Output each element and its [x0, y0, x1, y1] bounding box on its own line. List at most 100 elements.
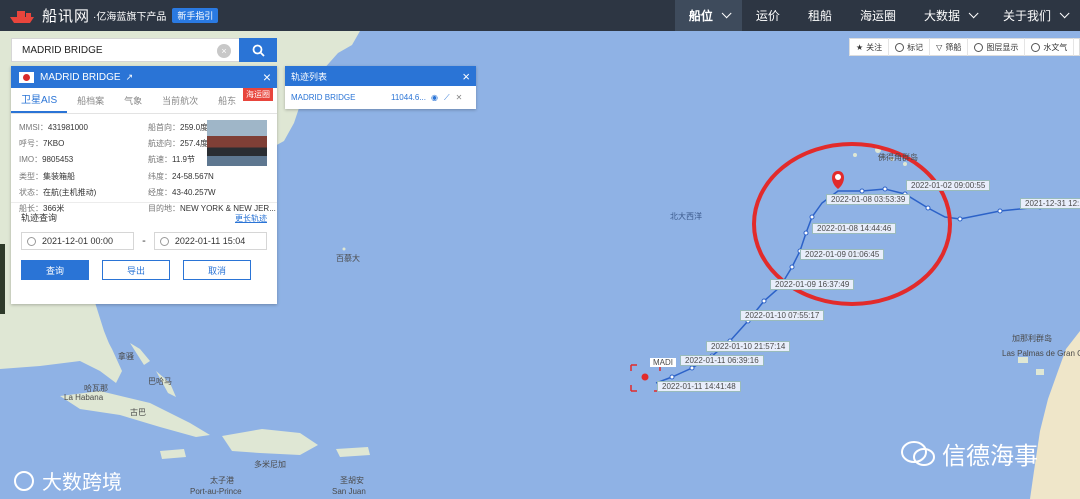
- clear-search-icon[interactable]: ×: [217, 44, 231, 58]
- ship-info: MMSI：431981000 呼号：7KBO IMO：9805453 类型：集装…: [11, 114, 277, 213]
- track-timestamp[interactable]: 2022-01-10 07:55:17: [740, 310, 825, 321]
- brand[interactable]: 船讯网 ·亿海蓝旗下产品 新手指引: [0, 0, 219, 31]
- place-label: 百慕大: [336, 254, 360, 263]
- callsign-value: 7KBO: [43, 139, 65, 149]
- mark-tool[interactable]: 标记: [889, 38, 931, 56]
- chart-icon[interactable]: ⟋: [444, 93, 450, 103]
- sea-label: 北大西洋: [670, 212, 702, 221]
- info-key: 航速：: [148, 155, 172, 165]
- nav-big-data[interactable]: 大数据: [910, 0, 989, 31]
- ship-photo[interactable]: [207, 120, 267, 166]
- course-value: 257.4度: [180, 139, 209, 149]
- main-nav: 船位 运价 租船 海运圈 大数据 关于我们: [674, 0, 1080, 31]
- filter-tool[interactable]: ▽ 筛船: [930, 38, 969, 56]
- hydro-tool[interactable]: 水文气: [1025, 38, 1075, 56]
- track-length: 11044.6...: [391, 93, 426, 102]
- track-query-title: 轨迹查询: [21, 213, 58, 223]
- longer-track-link[interactable]: 更长轨迹: [235, 213, 267, 224]
- track-timestamp[interactable]: 2022-01-10 21:57:14: [706, 341, 791, 352]
- info-key: 呼号：: [19, 139, 43, 149]
- export-button[interactable]: 导出: [102, 260, 170, 280]
- search-bar: ×: [11, 38, 277, 62]
- date-from-field[interactable]: 2021-12-01 00:00: [21, 232, 135, 250]
- speed-value: 11.9节: [172, 155, 195, 165]
- track-timestamp[interactable]: 2022-01-08 03:53:39: [826, 194, 911, 205]
- info-key: IMO：: [19, 155, 43, 165]
- nav-label: 运价: [755, 9, 780, 23]
- ship-tabs: 卫星AIS 船档案 气象 当前航次 船东 海运圈: [11, 88, 277, 114]
- watermark-left: 大数跨境: [14, 466, 122, 495]
- latitude-value: 24-58.567N: [172, 171, 214, 181]
- track-timestamp[interactable]: 2022-01-11 14:41:48: [657, 381, 741, 392]
- chevron-down-icon: [721, 8, 732, 19]
- track-timestamp[interactable]: 2022-01-09 16:37:49: [770, 279, 855, 290]
- tab-ship-owner[interactable]: 船东: [208, 88, 246, 113]
- tab-current-voyage[interactable]: 当前航次: [152, 88, 208, 113]
- info-key: 状态：: [19, 187, 43, 197]
- place-label: 太子港: [210, 476, 234, 485]
- brand-name: 船讯网: [42, 8, 91, 25]
- imo-value: 9805453: [42, 155, 74, 165]
- ship-panel-header: MADRID BRIDGE ↗ ×: [11, 66, 277, 88]
- search-icon: [252, 44, 265, 57]
- japan-flag-icon: [19, 71, 34, 83]
- clock-icon: [27, 236, 36, 246]
- shipping-circle-badge[interactable]: 海运圈: [243, 88, 273, 101]
- status-value: 在航(主机推动): [43, 187, 97, 197]
- query-button[interactable]: 查询: [21, 260, 89, 280]
- logo-icon: [14, 470, 34, 491]
- chevron-down-icon: [968, 8, 979, 19]
- nav-shipping-circle[interactable]: 海运圈: [846, 0, 910, 31]
- track-list-panel: 轨迹列表 × MADRID BRIDGE 11044.6... ◉ ⟋ ✕: [285, 66, 476, 109]
- track-ship-name: MADRID BRIDGE: [291, 93, 356, 102]
- external-link-icon[interactable]: ↗: [126, 72, 134, 83]
- track-timestamp[interactable]: 2022-01-11 06:39:16: [680, 355, 764, 366]
- tool-label: 筛船: [945, 42, 962, 52]
- tool-label: 关注: [866, 42, 883, 52]
- close-icon[interactable]: ×: [462, 69, 470, 84]
- type-value: 集装箱船: [43, 171, 75, 181]
- close-icon[interactable]: ×: [263, 70, 271, 84]
- track-timestamp[interactable]: 2022-01-02 09:00:55: [906, 180, 991, 191]
- guide-badge[interactable]: 新手指引: [172, 8, 219, 23]
- track-timestamp[interactable]: 2022-01-08 14:44:46: [812, 223, 897, 234]
- info-key: 船首向：: [148, 123, 180, 132]
- search-button[interactable]: [239, 38, 277, 62]
- watermark-right: 信德海事: [900, 436, 1038, 471]
- tab-weather[interactable]: 气象: [114, 88, 152, 113]
- ship-logo-icon: [10, 10, 34, 23]
- ship-name-tag[interactable]: MADI: [650, 358, 676, 367]
- nav-ship-position[interactable]: 船位: [674, 0, 742, 31]
- watermark-left-text: 大数跨境: [42, 472, 122, 494]
- date-from-value: 2021-12-01 00:00: [42, 236, 114, 246]
- delete-icon[interactable]: ✕: [456, 93, 463, 102]
- date-separator: -: [142, 235, 146, 247]
- track-timestamp[interactable]: 2022-01-09 01:06:45: [800, 249, 885, 260]
- track-list-item[interactable]: MADRID BRIDGE 11044.6... ◉ ⟋ ✕: [285, 86, 476, 109]
- nav-about[interactable]: 关于我们: [989, 0, 1080, 31]
- date-range: 2021-12-01 00:00 - 2022-01-11 15:04: [21, 232, 267, 250]
- eye-icon[interactable]: ◉: [431, 93, 438, 102]
- place-label: 圣胡安: [340, 476, 364, 485]
- track-list-header: 轨迹列表 ×: [285, 66, 476, 86]
- side-drawer-handle[interactable]: [0, 244, 5, 314]
- tool-label: 水文气: [1043, 42, 1068, 52]
- nav-freight[interactable]: 运价: [742, 0, 794, 31]
- nav-charter[interactable]: 租船: [794, 0, 846, 31]
- follow-tool[interactable]: ★ 关注: [850, 38, 890, 56]
- tool-label: 标记: [907, 42, 924, 52]
- track-actions: 查询 导出 取消: [21, 260, 267, 280]
- nav-label: 关于我们: [1002, 9, 1051, 23]
- date-to-field[interactable]: 2022-01-11 15:04: [153, 232, 267, 250]
- tab-ship-archive[interactable]: 船档案: [67, 88, 114, 113]
- cancel-button[interactable]: 取消: [183, 260, 251, 280]
- info-key: 纬度：: [148, 171, 172, 181]
- layer-tool[interactable]: 图层显示: [968, 38, 1026, 56]
- longitude-value: 43-40.257W: [172, 187, 216, 197]
- search-input[interactable]: [12, 39, 217, 61]
- tab-satellite-ais[interactable]: 卫星AIS: [11, 88, 68, 113]
- track-timestamp[interactable]: 2021-12-31 12:16: [1020, 198, 1080, 209]
- heading-value: 259.0度: [180, 123, 209, 132]
- brand-subtitle: ·亿海蓝旗下产品: [93, 12, 167, 23]
- layers-icon: [974, 42, 984, 52]
